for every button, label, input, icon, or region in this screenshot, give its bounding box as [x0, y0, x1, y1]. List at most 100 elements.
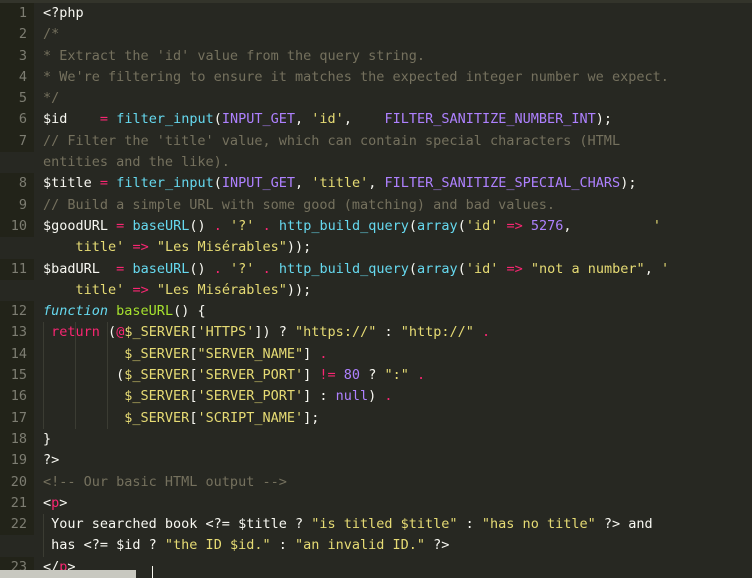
code-line[interactable]: 12 function baseURL() {	[0, 301, 752, 323]
code-line-wrapped[interactable]: has <?= $id ? "the ID $id." : "an invali…	[0, 535, 752, 557]
code-line[interactable]: 3 * Extract the 'id' value from the query…	[0, 45, 752, 67]
code-token: >	[59, 494, 68, 511]
code-line-wrapped[interactable]: title' => "Les Misérables"));	[0, 237, 752, 258]
code-line[interactable]: 16 $_SERVER['SERVER_PORT'] : null) .	[0, 386, 752, 408]
code-line-content[interactable]: Your searched book <?= $title ? "is titl…	[34, 514, 752, 536]
horizontal-scrollbar[interactable]	[0, 570, 136, 578]
code-token: * We're filtering to ensure it matches t…	[43, 68, 669, 85]
indent-guide	[107, 322, 108, 344]
code-line[interactable]: 8 $title = filter_input(INPUT_GET, 'title…	[0, 173, 752, 195]
code-line-content[interactable]: title' => "Les Misérables"));	[34, 280, 752, 301]
code-token: INPUT_GET	[221, 175, 296, 192]
code-line-content[interactable]: * We're filtering to ensure it matches t…	[34, 67, 752, 88]
indent-guide	[43, 514, 44, 536]
code-token: ,	[644, 260, 661, 277]
code-token: "an invalid ID."	[294, 537, 426, 554]
code-line-content[interactable]: <?php	[34, 3, 752, 24]
code-token: title'	[75, 239, 125, 256]
code-token: ,	[343, 111, 385, 128]
code-line[interactable]: 1 <?php	[0, 3, 752, 25]
code-line-content[interactable]: }	[34, 429, 752, 450]
code-line-content[interactable]: ($_SERVER['SERVER_PORT'] != 80 ? ":" .	[34, 365, 752, 387]
line-number: 19	[0, 450, 34, 472]
code-token: filter_input	[116, 111, 214, 128]
code-token: baseURL	[132, 260, 190, 277]
code-line[interactable]: 6 $id = filter_input(INPUT_GET, 'id', FIL…	[0, 109, 752, 131]
code-line-content[interactable]: $_SERVER['SCRIPT_NAME'];	[34, 407, 752, 429]
code-token: '?'	[230, 260, 255, 277]
code-token: 'id'	[311, 111, 344, 128]
code-token: $_SERVER	[124, 345, 190, 362]
code-token: array	[417, 217, 458, 234]
code-token: =>	[506, 217, 523, 234]
line-number: 9	[0, 194, 34, 216]
code-line[interactable]: 21 <p>	[0, 492, 752, 515]
code-line-content[interactable]: title' => "Les Misérables"));	[34, 237, 752, 258]
line-number: 13	[0, 322, 34, 344]
code-token: */	[43, 90, 60, 107]
code-line[interactable]: 19 ?>	[0, 450, 752, 472]
code-line-content[interactable]: $goodURL = baseURL() . '?' . http_build_…	[34, 216, 752, 237]
code-line-content[interactable]: ?>	[34, 450, 752, 471]
code-line[interactable]: 14 $_SERVER["SERVER_NAME"] .	[0, 343, 752, 366]
line-number: 7	[0, 130, 34, 153]
code-line[interactable]: 18}	[0, 428, 752, 451]
indent-guide	[107, 365, 108, 387]
code-line-content[interactable]: $id = filter_input(INPUT_GET, 'id', FILT…	[34, 109, 752, 130]
code-lines-container[interactable]: 1 <?php 2 /* 3 * Extract the 'id' value from …	[0, 3, 752, 578]
code-line-content[interactable]: return (@$_SERVER['HTTPS']) ? "https://"…	[34, 322, 752, 344]
code-line-content[interactable]: </p>	[34, 557, 752, 578]
line-number: 12	[0, 301, 34, 323]
code-line[interactable]: 9 // Build a simple URL with some good (m…	[0, 194, 752, 216]
code-line[interactable]: 11 $badURL = baseURL() . '?' . http_build…	[0, 258, 752, 280]
code-token: 'title'	[311, 175, 369, 192]
code-line[interactable]: 15 ($_SERVER['SERVER_PORT'] != 80 ? ":" …	[0, 365, 752, 387]
code-token: [	[189, 324, 198, 341]
code-line-wrapped[interactable]: title' => "Les Misérables"));	[0, 280, 752, 301]
code-line-content[interactable]: $_SERVER['SERVER_PORT'] : null) .	[34, 386, 752, 408]
code-line-content[interactable]: // Filter the 'title' value, which can c…	[34, 131, 752, 152]
line-number: 22	[0, 514, 34, 536]
code-token: }	[43, 430, 52, 447]
code-line-content[interactable]: has <?= $id ? "the ID $id." : "an invali…	[34, 535, 752, 557]
code-line[interactable]: 22 Your searched book <?= $title ? "is t…	[0, 514, 752, 536]
code-token: $title	[43, 175, 92, 192]
code-line-wrapped[interactable]: entities and the like).	[0, 152, 752, 173]
code-line-content[interactable]: $title = filter_input(INPUT_GET, 'title'…	[34, 173, 752, 194]
code-token: )	[368, 388, 385, 405]
code-token: =>	[132, 281, 149, 298]
code-line[interactable]: 17 $_SERVER['SCRIPT_NAME'];	[0, 407, 752, 429]
code-line[interactable]: 7 // Filter the 'title' value, which can …	[0, 130, 752, 153]
code-line-content[interactable]: <p>	[34, 493, 752, 514]
indent-guide	[75, 343, 76, 366]
code-line[interactable]: 10 $goodURL = baseURL() . '?' . http_buil…	[0, 215, 752, 238]
line-number: 14	[0, 343, 34, 366]
line-number: 8	[0, 173, 34, 195]
code-line[interactable]: 20 <!-- Our basic HTML output -->	[0, 471, 752, 493]
code-token: 80	[343, 367, 361, 384]
code-editor[interactable]: 1 <?php 2 /* 3 * Extract the 'id' value from …	[0, 0, 752, 578]
code-line-content[interactable]: $badURL = baseURL() . '?' . http_build_q…	[34, 259, 752, 280]
code-line[interactable]: 13 return (@$_SERVER['HTTPS']) ? "https:…	[0, 322, 752, 344]
code-token: );	[620, 175, 637, 192]
code-line-content[interactable]: function baseURL() {	[34, 301, 752, 322]
code-token: .	[384, 388, 393, 405]
code-line[interactable]: 2 /*	[0, 24, 752, 46]
code-line-content[interactable]: <!-- Our basic HTML output -->	[34, 472, 752, 493]
code-line-content[interactable]: */	[34, 88, 752, 109]
code-line-content[interactable]: entities and the like).	[34, 152, 752, 173]
code-line-content[interactable]: $_SERVER["SERVER_NAME"] .	[34, 343, 752, 366]
code-token: filter_input	[116, 175, 214, 192]
code-token: 5276	[530, 217, 564, 234]
indent-guide	[43, 386, 44, 408]
code-line-content[interactable]: * Extract the 'id' value from the query …	[34, 46, 752, 67]
line-number: 11	[0, 258, 34, 280]
code-line-content[interactable]: /*	[34, 24, 752, 45]
text-cursor	[152, 566, 153, 578]
code-line[interactable]: 5 */	[0, 88, 752, 110]
code-line-content[interactable]: // Build a simple URL with some good (ma…	[34, 195, 752, 216]
code-line[interactable]: 4 * We're filtering to ensure it matches …	[0, 66, 752, 89]
